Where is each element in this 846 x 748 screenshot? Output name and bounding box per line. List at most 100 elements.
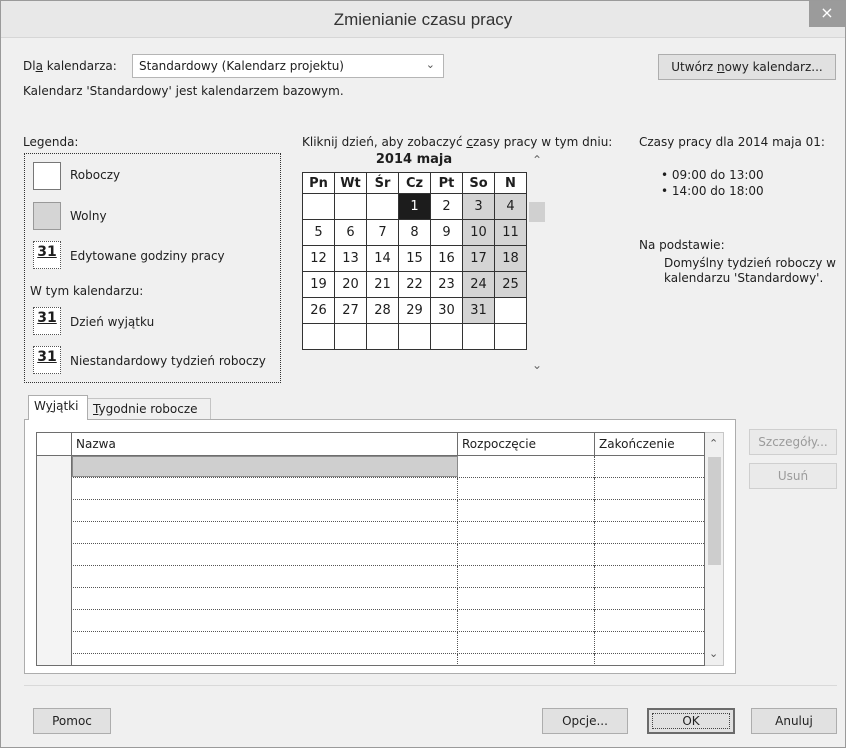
row-header[interactable] [37, 610, 72, 632]
start-cell[interactable] [458, 544, 595, 566]
details-button[interactable]: Szczegóły... [749, 429, 837, 455]
row-header[interactable] [37, 544, 72, 566]
tab-work-weeks[interactable]: Tygodnie robocze [87, 398, 211, 420]
calendar-scroll-down-icon[interactable]: ⌄ [532, 358, 542, 372]
name-cell[interactable] [72, 456, 458, 477]
row-header[interactable] [37, 632, 72, 654]
start-cell[interactable] [458, 610, 595, 632]
tab-exceptions[interactable]: Wyjątki [28, 395, 88, 420]
start-cell[interactable] [458, 456, 595, 478]
calendar-day[interactable]: 8 [398, 219, 431, 246]
finish-cell[interactable] [595, 654, 704, 665]
calendar-day[interactable]: 20 [334, 271, 367, 298]
calendar-day[interactable]: 3 [462, 193, 495, 220]
calendar-day[interactable]: 10 [462, 219, 495, 246]
table-row[interactable] [37, 566, 704, 588]
calendar-select[interactable]: Standardowy (Kalendarz projektu) ⌄ [132, 54, 444, 78]
name-cell[interactable] [72, 478, 458, 500]
name-cell[interactable] [72, 566, 458, 588]
help-button[interactable]: Pomoc [33, 708, 111, 734]
table-row[interactable] [37, 610, 704, 632]
calendar-day[interactable]: 5 [302, 219, 335, 246]
table-row[interactable] [37, 588, 704, 610]
calendar-day[interactable]: 30 [430, 297, 463, 324]
start-cell[interactable] [458, 500, 595, 522]
calendar-day[interactable]: 19 [302, 271, 335, 298]
calendar-day[interactable]: 23 [430, 271, 463, 298]
calendar-day[interactable]: 15 [398, 245, 431, 272]
calendar-day[interactable]: 26 [302, 297, 335, 324]
table-row[interactable] [37, 500, 704, 522]
table-row[interactable] [37, 544, 704, 566]
finish-cell[interactable] [595, 500, 704, 522]
start-cell[interactable] [458, 654, 595, 665]
calendar-day[interactable]: 2 [430, 193, 463, 220]
name-cell[interactable] [72, 522, 458, 544]
table-scrollbar[interactable]: ⌃ ⌄ [705, 432, 724, 666]
finish-cell[interactable] [595, 632, 704, 654]
column-header-finish[interactable]: Zakończenie [595, 433, 704, 456]
finish-cell[interactable] [595, 588, 704, 610]
finish-cell[interactable] [595, 566, 704, 588]
calendar-day[interactable]: 7 [366, 219, 399, 246]
scroll-down-icon[interactable]: ⌄ [709, 647, 718, 660]
row-header[interactable] [37, 566, 72, 588]
row-header[interactable] [37, 456, 72, 478]
name-cell[interactable] [72, 544, 458, 566]
calendar-day[interactable]: 4 [494, 193, 527, 220]
row-header[interactable] [37, 500, 72, 522]
name-cell[interactable] [72, 654, 458, 665]
start-cell[interactable] [458, 478, 595, 500]
calendar-day[interactable]: 29 [398, 297, 431, 324]
row-header[interactable] [37, 522, 72, 544]
start-cell[interactable] [458, 522, 595, 544]
row-header[interactable] [37, 654, 72, 665]
create-new-calendar-button[interactable]: Utwórz nowy kalendarz... [658, 54, 836, 80]
calendar-day[interactable]: 9 [430, 219, 463, 246]
calendar-day[interactable]: 12 [302, 245, 335, 272]
column-header-start[interactable]: Rozpoczęcie [458, 433, 595, 456]
table-row[interactable] [37, 522, 704, 544]
table-row[interactable] [37, 478, 704, 500]
table-row[interactable] [37, 632, 704, 654]
name-cell[interactable] [72, 610, 458, 632]
finish-cell[interactable] [595, 544, 704, 566]
calendar-day[interactable]: 27 [334, 297, 367, 324]
calendar-scroll-thumb[interactable] [529, 202, 545, 222]
table-row[interactable] [37, 456, 704, 478]
finish-cell[interactable] [595, 610, 704, 632]
scroll-up-icon[interactable]: ⌃ [709, 437, 718, 450]
finish-cell[interactable] [595, 478, 704, 500]
options-button[interactable]: Opcje... [542, 708, 628, 734]
calendar-day[interactable]: 11 [494, 219, 527, 246]
name-cell[interactable] [72, 588, 458, 610]
finish-cell[interactable] [595, 456, 704, 478]
cancel-button[interactable]: Anuluj [751, 708, 837, 734]
calendar-day[interactable]: 21 [366, 271, 399, 298]
calendar-day[interactable]: 16 [430, 245, 463, 272]
calendar-day[interactable]: 1 [398, 193, 431, 220]
calendar-day[interactable]: 25 [494, 271, 527, 298]
calendar-day[interactable]: 13 [334, 245, 367, 272]
calendar-scroll-up-icon[interactable]: ⌃ [532, 153, 542, 167]
calendar-day[interactable]: 24 [462, 271, 495, 298]
ok-button[interactable]: OK [647, 708, 735, 734]
calendar-day[interactable]: 22 [398, 271, 431, 298]
start-cell[interactable] [458, 632, 595, 654]
name-cell[interactable] [72, 632, 458, 654]
calendar-day[interactable]: 6 [334, 219, 367, 246]
start-cell[interactable] [458, 566, 595, 588]
calendar-day[interactable]: 17 [462, 245, 495, 272]
calendar-day[interactable]: 18 [494, 245, 527, 272]
calendar-day[interactable]: 28 [366, 297, 399, 324]
start-cell[interactable] [458, 588, 595, 610]
calendar-day[interactable]: 31 [462, 297, 495, 324]
close-icon[interactable]: × [809, 1, 845, 27]
scroll-thumb[interactable] [708, 457, 721, 565]
row-header[interactable] [37, 588, 72, 610]
name-cell[interactable] [72, 500, 458, 522]
delete-button[interactable]: Usuń [749, 463, 837, 489]
table-row[interactable] [37, 654, 704, 665]
calendar-day[interactable]: 14 [366, 245, 399, 272]
row-header[interactable] [37, 478, 72, 500]
